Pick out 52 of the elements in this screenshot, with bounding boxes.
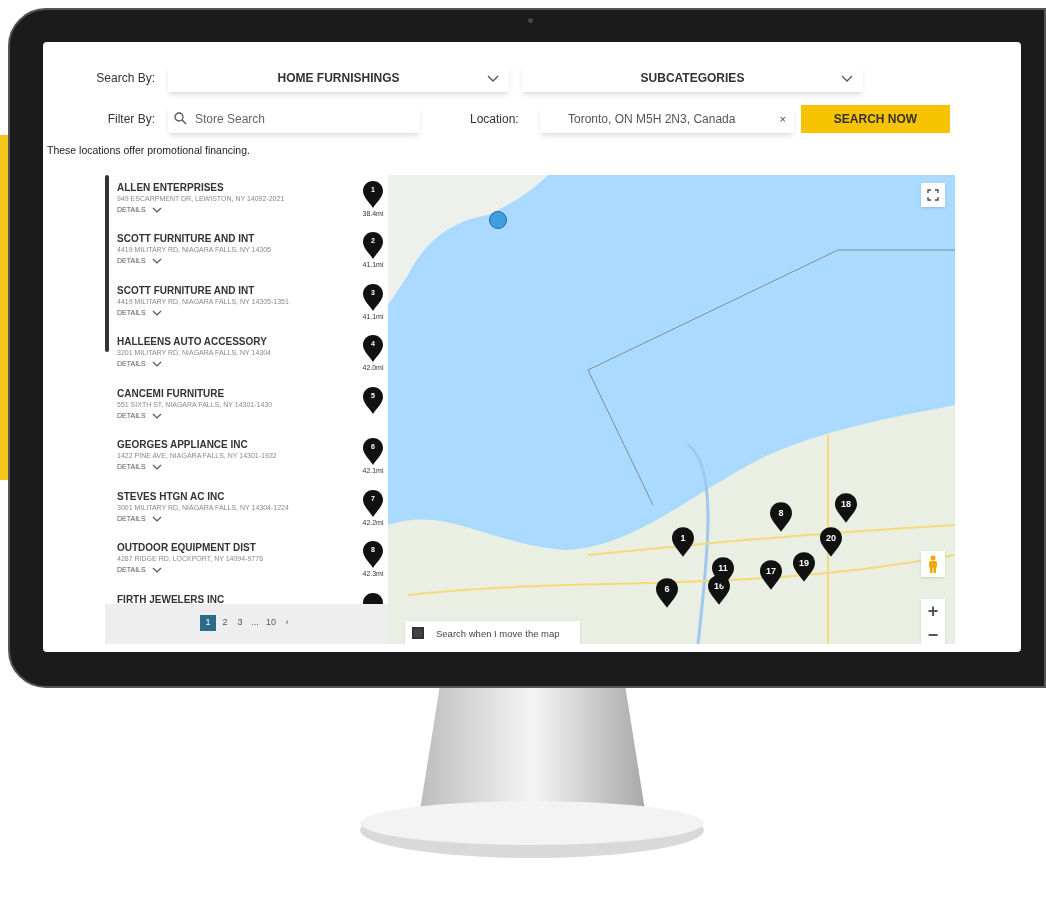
map-pin[interactable]: 20 xyxy=(820,526,842,557)
chevron-down-icon xyxy=(151,206,162,213)
map-pin[interactable]: 6 xyxy=(656,577,678,608)
page-link[interactable]: › xyxy=(281,614,293,631)
filter-by-label: Filter By: xyxy=(106,111,156,128)
store-name[interactable]: HALLEENS AUTO ACCESSORY xyxy=(117,335,358,349)
page-link[interactable]: ... xyxy=(249,614,261,631)
chevron-down-icon xyxy=(151,258,162,265)
search-on-move-control[interactable]: Search when I move the map xyxy=(405,620,580,644)
store-name[interactable]: STEVES HTGN AC INC xyxy=(117,489,358,503)
page-link[interactable]: 1 xyxy=(200,614,216,631)
chevron-down-icon xyxy=(151,567,162,574)
map-pin[interactable]: 17 xyxy=(760,559,782,590)
store-name[interactable]: ALLEN ENTERPRISES xyxy=(117,180,358,194)
map-pin[interactable]: 8 xyxy=(770,501,792,532)
map-pin[interactable]: 18 xyxy=(835,492,857,523)
store-name[interactable]: CANCEMI FURNITURE xyxy=(117,386,358,400)
store-search-field[interactable]: Store Search xyxy=(168,105,420,133)
search-now-button[interactable]: SEARCH NOW xyxy=(801,105,950,133)
chevron-down-icon xyxy=(487,74,499,82)
store-name[interactable]: FIRTH JEWELERS INC xyxy=(117,592,358,605)
map-pin[interactable]: 1 xyxy=(672,526,694,557)
page-link[interactable]: 10 xyxy=(264,614,278,631)
page-link[interactable]: 3 xyxy=(234,614,246,631)
chevron-down-icon xyxy=(151,412,162,419)
fullscreen-button[interactable] xyxy=(921,182,945,207)
scrollbar-thumb[interactable] xyxy=(105,174,109,352)
zoom-in-button[interactable]: + xyxy=(921,598,945,623)
page-link[interactable]: 2 xyxy=(219,614,231,631)
location-marker xyxy=(489,210,507,229)
clear-button[interactable]: × xyxy=(777,112,788,126)
subcategory-dropdown[interactable]: SUBCATEGORIES xyxy=(522,64,863,92)
location-label: Location: xyxy=(470,111,520,128)
chevron-down-icon xyxy=(151,361,162,368)
chevron-down-icon xyxy=(151,464,162,471)
search-icon xyxy=(174,112,187,125)
zoom-out-button[interactable]: − xyxy=(921,622,945,644)
chevron-down-icon xyxy=(151,309,162,316)
store-name[interactable]: SCOTT FURNITURE AND INT xyxy=(117,283,358,297)
pegman-icon xyxy=(928,554,938,573)
checkbox[interactable] xyxy=(412,626,424,639)
store-name[interactable]: OUTDOOR EQUIPMENT DIST xyxy=(117,541,358,555)
financing-notice: These locations offer promotional financing. xyxy=(47,143,251,158)
store-name[interactable]: SCOTT FURNITURE AND INT xyxy=(117,232,358,246)
map-pin[interactable]: 19 xyxy=(793,551,815,582)
search-by-label: Search By: xyxy=(95,70,156,87)
chevron-down-icon xyxy=(151,515,162,522)
chevron-down-icon xyxy=(841,74,853,82)
camera-icon xyxy=(528,18,533,23)
store-name[interactable]: GEORGES APPLIANCE INC xyxy=(117,438,358,452)
category-dropdown[interactable]: HOME FURNISHINGS xyxy=(168,64,509,92)
fullscreen-icon xyxy=(927,188,939,201)
